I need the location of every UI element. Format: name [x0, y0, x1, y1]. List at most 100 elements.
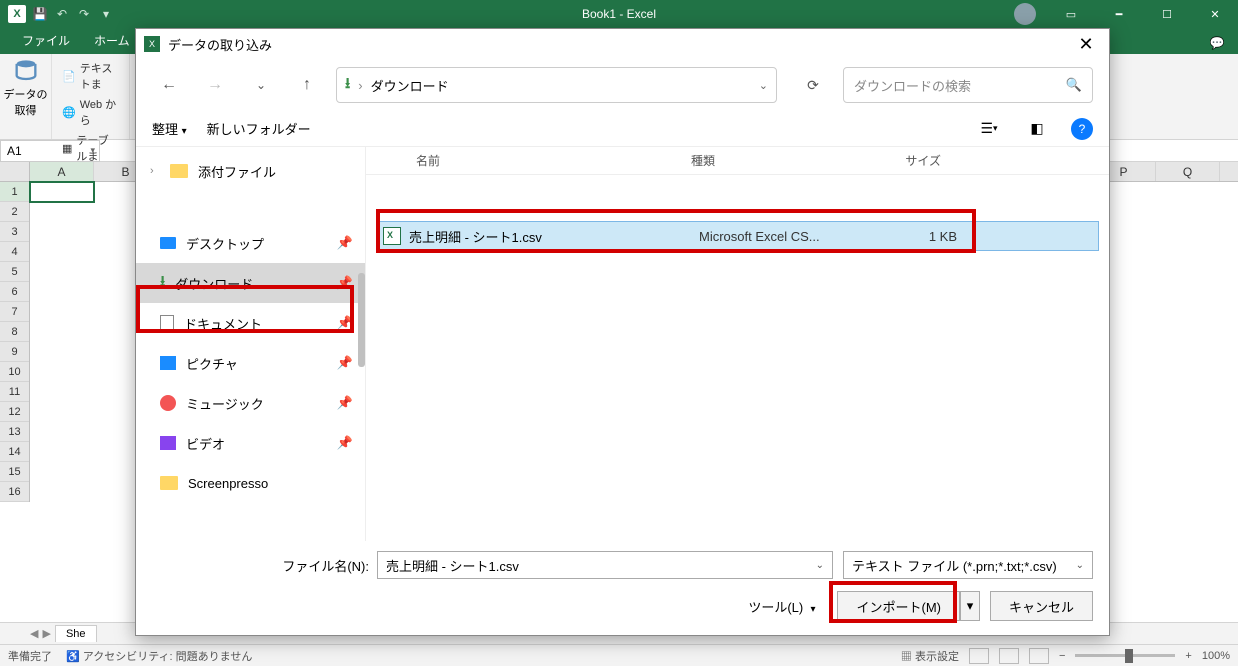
path-current: ダウンロード	[371, 76, 449, 95]
download-icon: ⭳	[160, 271, 165, 296]
view-menu-icon[interactable]: ☰ ▾	[975, 115, 1003, 143]
view-normal-icon[interactable]	[969, 648, 989, 664]
tools-menu[interactable]: ツール(L) ▾	[748, 597, 815, 616]
chevron-down-icon[interactable]: ▾	[90, 145, 95, 156]
zoom-out-icon[interactable]: −	[1059, 650, 1065, 662]
sheet-nav-prev-icon[interactable]: ◀	[30, 627, 38, 640]
user-avatar-icon[interactable]	[1014, 3, 1036, 25]
from-web-button[interactable]: 🌐Web から	[58, 94, 123, 130]
chevron-down-icon[interactable]: ⌄	[816, 560, 824, 571]
dialog-sidebar: › 添付ファイル デスクトップ 📌 ⭳ ダウンロード 📌 ドキュメント 📌	[136, 147, 366, 541]
file-type: Microsoft Excel CS...	[699, 229, 869, 244]
pin-icon[interactable]: 📌	[337, 395, 353, 411]
pin-icon[interactable]: 📌	[337, 435, 353, 451]
sidebar-item-downloads[interactable]: ⭳ ダウンロード 📌	[136, 263, 365, 303]
tab-file[interactable]: ファイル	[10, 27, 82, 54]
sidebar-item-documents[interactable]: ドキュメント 📌	[136, 303, 365, 343]
pin-icon[interactable]: 📌	[337, 235, 353, 251]
download-icon: ⭳	[345, 73, 350, 98]
nav-up-icon[interactable]: ↑	[290, 68, 324, 102]
status-ready: 準備完了	[8, 648, 52, 664]
search-icon: 🔍	[1066, 77, 1082, 93]
pin-icon[interactable]: 📌	[337, 355, 353, 371]
import-split-arrow[interactable]: ▾	[960, 591, 980, 621]
nav-recent-icon[interactable]: ⌄	[244, 68, 278, 102]
sidebar-item-music[interactable]: ミュージック 📌	[136, 383, 365, 423]
new-folder-button[interactable]: 新しいフォルダー	[207, 119, 311, 138]
app-title: Book1 - Excel	[582, 7, 656, 21]
sheet-nav-next-icon[interactable]: ▶	[42, 627, 50, 640]
video-icon	[160, 436, 176, 450]
dialog-close-button[interactable]: ✕	[1071, 34, 1101, 55]
sidebar-item-screenpresso[interactable]: Screenpresso	[136, 463, 365, 503]
help-icon[interactable]: ?	[1071, 118, 1093, 140]
row-header-1[interactable]: 1	[0, 182, 29, 202]
folder-icon	[170, 164, 188, 178]
nav-forward-icon[interactable]: →	[198, 68, 232, 102]
select-all-corner[interactable]	[0, 162, 30, 181]
col-name-header[interactable]: 名前	[366, 152, 691, 169]
path-combo[interactable]: ⭳ › ダウンロード ⌄	[336, 67, 777, 103]
dialog-nav-bar: ← → ⌄ ↑ ⭳ › ダウンロード ⌄ ⟳ ダウンロードの検索 🔍	[136, 59, 1109, 111]
chevron-right-icon[interactable]: ›	[150, 165, 160, 177]
filename-combo[interactable]: 売上明細 - シート1.csv ⌄	[377, 551, 833, 579]
col-size-header[interactable]: サイズ	[861, 152, 961, 169]
excel-icon: X	[144, 36, 160, 52]
qat-dropdown-icon[interactable]: ▾	[98, 6, 114, 22]
name-box[interactable]: A1 ▾	[0, 140, 100, 162]
cancel-button[interactable]: キャンセル	[990, 591, 1093, 621]
col-header-q[interactable]: Q	[1156, 162, 1220, 181]
undo-icon[interactable]: ↶	[54, 6, 70, 22]
import-button[interactable]: インポート(M)	[837, 591, 960, 621]
import-data-dialog: X データの取り込み ✕ ← → ⌄ ↑ ⭳ › ダウンロード ⌄ ⟳ ダウンロ…	[135, 28, 1110, 636]
tab-home[interactable]: ホーム	[82, 27, 142, 54]
comments-icon[interactable]: 💬	[1204, 32, 1230, 54]
get-data-label[interactable]: データの 取得	[4, 86, 48, 118]
sidebar-item-desktop[interactable]: デスクトップ 📌	[136, 223, 365, 263]
preview-pane-icon[interactable]: ◧	[1023, 115, 1051, 143]
status-bar: 準備完了 ♿ アクセシビリティ: 問題ありません ▦ 表示設定 − + 100%	[0, 644, 1238, 666]
pin-icon[interactable]: 📌	[337, 275, 353, 291]
ribbon-options-icon[interactable]: ▭	[1048, 0, 1094, 28]
redo-icon[interactable]: ↷	[76, 6, 92, 22]
file-list-header: 名前 種類 サイズ	[366, 147, 1109, 175]
sidebar-item-attachments[interactable]: › 添付ファイル	[136, 151, 365, 191]
pin-icon[interactable]: 📌	[337, 315, 353, 331]
file-name: 売上明細 - シート1.csv	[409, 227, 699, 246]
view-layout-icon[interactable]	[999, 648, 1019, 664]
view-pagebreak-icon[interactable]	[1029, 648, 1049, 664]
save-icon[interactable]: 💾	[32, 6, 48, 22]
minimize-button[interactable]: ━	[1096, 0, 1142, 28]
dialog-toolbar: 整理 ▾ 新しいフォルダー ☰ ▾ ◧ ?	[136, 111, 1109, 147]
dialog-bottom-area: ファイル名(N): 売上明細 - シート1.csv ⌄ テキスト ファイル (*…	[136, 541, 1109, 635]
sidebar-item-videos[interactable]: ビデオ 📌	[136, 423, 365, 463]
row-headers: 1 2345678910111213141516	[0, 182, 30, 502]
sheet-tab[interactable]: She	[55, 625, 97, 642]
close-button[interactable]: ✕	[1192, 0, 1238, 28]
music-icon	[160, 395, 176, 411]
display-settings[interactable]: ▦ 表示設定	[901, 648, 959, 664]
zoom-in-icon[interactable]: +	[1185, 650, 1191, 662]
chevron-down-icon[interactable]: ⌄	[1076, 560, 1084, 571]
cell-a1[interactable]	[30, 182, 94, 202]
from-text-csv-button[interactable]: 📄テキストま	[58, 58, 123, 94]
col-header-a[interactable]: A	[30, 162, 94, 181]
desktop-icon	[160, 237, 176, 249]
search-placeholder: ダウンロードの検索	[854, 76, 971, 95]
chevron-down-icon[interactable]: ⌄	[759, 79, 768, 92]
col-type-header[interactable]: 種類	[691, 152, 861, 169]
zoom-slider[interactable]	[1075, 654, 1175, 657]
database-icon	[12, 58, 40, 86]
refresh-icon[interactable]: ⟳	[795, 67, 831, 103]
nav-back-icon[interactable]: ←	[152, 68, 186, 102]
file-filter-combo[interactable]: テキスト ファイル (*.prn;*.txt;*.csv) ⌄	[843, 551, 1093, 579]
organize-menu[interactable]: 整理 ▾	[152, 119, 187, 138]
sidebar-scrollbar[interactable]	[358, 273, 365, 367]
excel-title-bar: X 💾 ↶ ↷ ▾ Book1 - Excel ▭ ━ ☐ ✕	[0, 0, 1238, 28]
sidebar-item-pictures[interactable]: ピクチャ 📌	[136, 343, 365, 383]
csv-file-icon	[383, 227, 401, 245]
zoom-level[interactable]: 100%	[1202, 650, 1230, 662]
file-row-csv[interactable]: 売上明細 - シート1.csv Microsoft Excel CS... 1 …	[376, 221, 1099, 251]
maximize-button[interactable]: ☐	[1144, 0, 1190, 28]
search-input[interactable]: ダウンロードの検索 🔍	[843, 67, 1093, 103]
